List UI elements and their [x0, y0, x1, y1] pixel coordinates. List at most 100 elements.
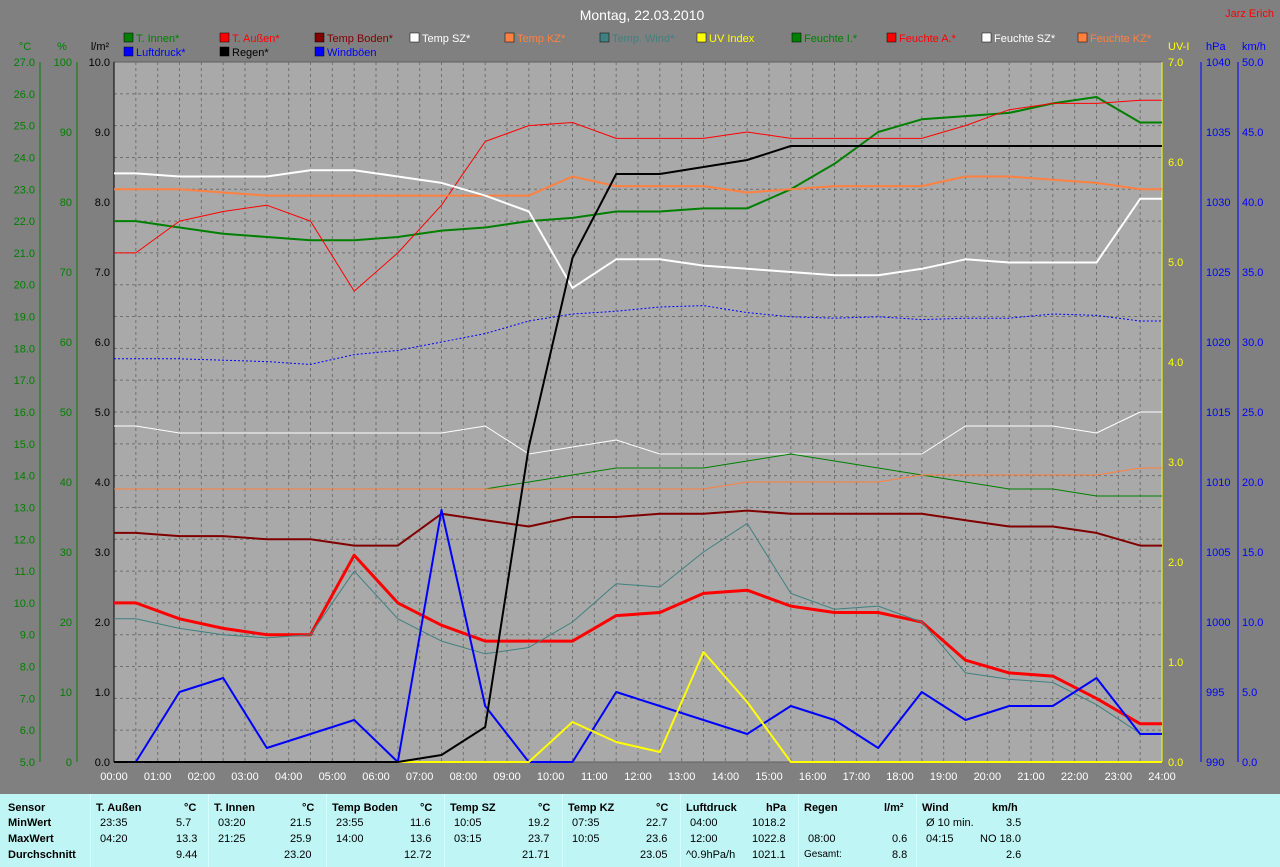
x-tick-label: 08:00	[450, 771, 478, 783]
temp-axis-tick-label: 26.0	[14, 89, 35, 101]
t-aussen-avg: 9.44	[176, 849, 198, 861]
temp-sz-max-time: 03:15	[454, 833, 482, 845]
pressure-axis-tick-label: 1030	[1206, 197, 1230, 209]
legend-label: Regen*	[232, 47, 269, 59]
temp-axis-tick-label: 6.0	[20, 725, 35, 737]
rain-axis-tick-label: 6.0	[95, 337, 110, 349]
unit-temp-boden: °C	[420, 802, 433, 814]
legend-swatch	[504, 32, 515, 43]
humidity-axis-tick-label: 40	[60, 477, 72, 489]
temp-axis-tick-label: 9.0	[20, 630, 35, 642]
legend-item: Feuchte A.*	[886, 32, 957, 45]
legend-label: T. Außen*	[232, 33, 280, 45]
rain-axis-tick-label: 9.0	[95, 127, 110, 139]
uv-axis-tick-label: 6.0	[1168, 157, 1183, 169]
pressure-axis-tick-label: 995	[1206, 687, 1224, 699]
x-tick-label: 18:00	[886, 771, 914, 783]
legend-swatch	[599, 32, 610, 43]
unit-temp-sz: °C	[538, 802, 551, 814]
rain-axis-label: l/m²	[91, 41, 110, 53]
regen-max: 0.6	[892, 833, 908, 845]
humidity-axis-tick-label: 50	[60, 407, 72, 419]
legend-item: Feuchte I.*	[791, 32, 858, 45]
x-tick-label: 15:00	[755, 771, 783, 783]
legend-item: T. Außen*	[219, 32, 280, 45]
temp-axis-tick-label: 25.0	[14, 121, 35, 133]
label-durchschnitt: Durchschnitt	[8, 849, 76, 861]
temp-boden-min: 11.6	[410, 817, 431, 829]
wind-axis-tick-label: 40.0	[1242, 197, 1263, 209]
temp-axis-tick-label: 24.0	[14, 152, 35, 164]
luftdruck-avg: 1021.1	[752, 849, 786, 861]
temp-axis: °C 27.0 26.0 25.0 24.0 23.0 22.0 21.0 20.0 19.0 18…	[14, 41, 41, 769]
pressure-axis-tick-label: 1040	[1206, 57, 1230, 69]
rain-axis: l/m² 10.0 9.0 8.0 7.0 6.0 5.0 4.0 3.0 2.0 1.0 0.0	[89, 41, 115, 769]
t-innen-max-time: 21:25	[218, 833, 246, 845]
statistics-panel: Sensor MinWert MaxWert Durchschnitt T. A…	[0, 794, 1280, 867]
regen-gesamt: 8.8	[892, 849, 908, 861]
wind-avg-10min-label: Ø 10 min.	[926, 817, 974, 829]
rain-axis-tick-label: 3.0	[95, 547, 110, 559]
legend-swatch	[314, 46, 325, 57]
uv-axis-tick-label: 5.0	[1168, 257, 1183, 269]
header-luftdruck: Luftdruck	[686, 802, 737, 814]
x-tick-label: 12:00	[624, 771, 652, 783]
temp-sz-avg: 21.71	[522, 849, 550, 861]
humidity-axis-tick-label: 60	[60, 337, 72, 349]
uv-axis-tick-label: 1.0	[1168, 657, 1183, 669]
unit-luftdruck: hPa	[766, 802, 787, 814]
temp-axis-tick-label: 11.0	[14, 566, 35, 578]
header-t-innen: T. Innen	[214, 802, 255, 814]
legend-label: T. Innen*	[136, 33, 180, 45]
pressure-axis-tick-label: 990	[1206, 757, 1224, 769]
temp-axis-tick-label: 5.0	[20, 757, 35, 769]
legend-label: Feuchte KZ*	[1090, 33, 1152, 45]
humidity-axis-tick-label: 70	[60, 267, 72, 279]
legend: T. Innen* T. Außen* Temp Boden* Temp SZ* Tem…	[123, 32, 1152, 59]
humidity-axis-tick-label: 30	[60, 547, 72, 559]
x-tick-label: 24:00	[1148, 771, 1176, 783]
legend-swatch	[409, 32, 420, 43]
temp-sz-min-time: 10:05	[454, 817, 482, 829]
temp-axis-tick-label: 15.0	[14, 439, 35, 451]
weather-chart: Montag, 22.03.2010 Jarz Erich T. Innen* T…	[14, 7, 1274, 783]
temp-axis-tick-label: 13.0	[14, 502, 35, 514]
temp-boden-max: 13.6	[410, 833, 432, 845]
temp-axis-tick-label: 19.0	[14, 312, 35, 324]
legend-label: Luftdruck*	[136, 47, 186, 59]
temp-kz-max-time: 10:05	[572, 833, 600, 845]
luftdruck-max-time: 12:00	[690, 833, 718, 845]
legend-label: Feuchte A.*	[899, 33, 957, 45]
legend-swatch	[886, 32, 897, 43]
legend-swatch	[123, 32, 134, 43]
x-tick-label: 16:00	[799, 771, 827, 783]
unit-t-aussen: °C	[184, 802, 197, 814]
temp-boden-max-time: 14:00	[336, 833, 364, 845]
legend-label: UV Index	[709, 33, 755, 45]
x-tick-label: 07:00	[406, 771, 434, 783]
temp-axis-tick-label: 12.0	[14, 534, 35, 546]
unit-wind: km/h	[992, 802, 1018, 814]
humidity-axis: %1009080706050403020100	[54, 41, 78, 769]
uv-axis-tick-label: 4.0	[1168, 357, 1183, 369]
pressure-axis-tick-label: 1025	[1206, 267, 1230, 279]
rain-axis-tick-label: 7.0	[95, 267, 110, 279]
pressure-axis-tick-label: 1005	[1206, 547, 1230, 559]
legend-label: Temp KZ*	[517, 33, 566, 45]
legend-label: Feuchte I.*	[804, 33, 858, 45]
humidity-axis-tick-label: 20	[60, 617, 72, 629]
t-aussen-max-time: 04:20	[100, 833, 128, 845]
pressure-axis: hPa 1040 1035 1030 1025 1020 1015 1010 1005 1000 9…	[1200, 41, 1230, 769]
wind-axis-tick-label: 10.0	[1242, 617, 1263, 629]
regen-max-time: 08:00	[808, 833, 836, 845]
t-aussen-max: 13.3	[176, 833, 198, 845]
temp-axis-tick-label: 23.0	[14, 184, 35, 196]
luftdruck-trend: ^0.9hPa/h	[686, 849, 736, 861]
uv-axis-tick-label: 0.0	[1168, 757, 1183, 769]
temp-axis-tick-label: 21.0	[14, 248, 35, 260]
pressure-axis-tick-label: 1020	[1206, 337, 1230, 349]
pressure-axis-tick-label: 1000	[1206, 617, 1230, 629]
rain-axis-tick-label: 10.0	[89, 57, 110, 69]
legend-item: Feuchte SZ*	[981, 32, 1056, 45]
legend-item: Windböen	[314, 46, 377, 59]
